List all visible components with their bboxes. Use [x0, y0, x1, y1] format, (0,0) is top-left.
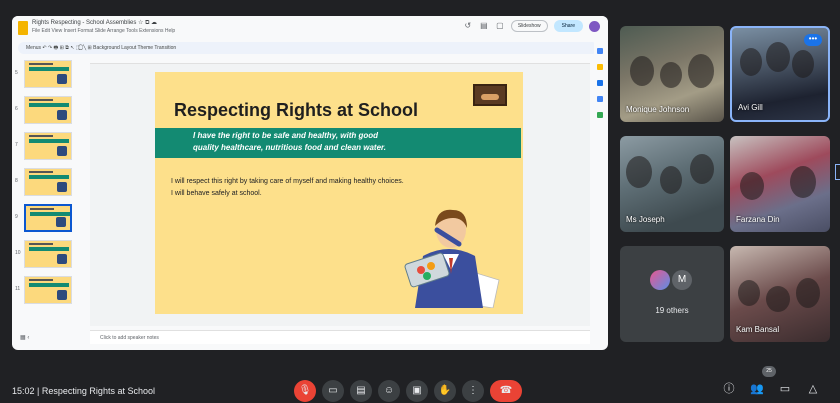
others-tile[interactable]: M 19 others	[620, 246, 724, 342]
contacts-icon[interactable]	[597, 96, 603, 102]
thumb-number: 10	[15, 250, 21, 256]
menu-bar[interactable]: File Edit View Insert Format Slide Arran…	[32, 28, 175, 34]
banner-line: I have the right to be safe and healthy,…	[193, 131, 379, 140]
horizontal-ruler	[90, 56, 590, 64]
speaker-notes[interactable]: Click to add speaker notes	[90, 330, 590, 344]
participant-name: Kam Bansal	[736, 325, 780, 334]
avatar	[650, 270, 670, 290]
grid-view-icon[interactable]: ▦ ‹	[20, 334, 29, 341]
participant-tile[interactable]: Ms Joseph	[620, 136, 724, 232]
share-button[interactable]: Share	[553, 20, 583, 32]
people-icon[interactable]: 👥	[750, 382, 764, 396]
account-avatar[interactable]	[589, 20, 600, 32]
more-options-icon[interactable]: •••	[804, 34, 822, 46]
slide-filmstrip[interactable]: 5 6 7 8 9 10 11	[12, 56, 88, 342]
info-icon[interactable]: ⓘ	[722, 382, 736, 396]
avatar: M	[672, 270, 692, 290]
others-avatars: M	[650, 270, 692, 290]
meeting-info: 15:02 | Respecting Rights at School	[12, 386, 155, 396]
slide-thumbnail[interactable]	[24, 276, 72, 304]
editor-toolbar[interactable]: Menus ↶ ↷ 🖶 ⊞ ⧉ ↖ ⬚ ⃝ ╲ ⊞ Background Lay…	[18, 42, 598, 54]
keep-icon[interactable]	[597, 64, 603, 70]
meet-icon[interactable]: ▢	[495, 21, 505, 31]
slide-thumbnail[interactable]	[24, 96, 72, 124]
history-icon[interactable]: ↺	[463, 21, 473, 31]
thumb-number: 9	[15, 214, 18, 220]
calendar-icon[interactable]	[597, 48, 603, 54]
emoji-icon[interactable]: ☺	[378, 380, 400, 402]
tasks-icon[interactable]	[597, 80, 603, 86]
participant-name: Ms Joseph	[626, 215, 665, 224]
header-tools: ↺ ▤ ▢ Slideshow Share	[463, 20, 600, 32]
participant-count-badge: 25	[762, 366, 776, 377]
meeting-title: Respecting Rights at School	[41, 386, 155, 396]
slide-thumbnail-selected[interactable]	[24, 204, 72, 232]
thumb-number: 7	[15, 142, 18, 148]
participant-tile-active[interactable]: ••• Avi Gill	[730, 26, 830, 122]
mic-off-icon[interactable]: 🎙	[294, 380, 316, 402]
boy-eating-illustration	[404, 209, 500, 308]
others-count: 19 others	[655, 306, 689, 315]
participant-tile[interactable]: Monique Johnson	[620, 26, 724, 122]
current-slide[interactable]: Respecting Rights at School I have the r…	[155, 72, 523, 314]
participant-tile[interactable]: Farzana Din	[730, 136, 830, 232]
meeting-time: 15:02	[12, 386, 35, 396]
maps-icon[interactable]	[597, 112, 603, 118]
slide-banner-text: I have the right to be safe and healthy,…	[193, 130, 493, 154]
slideshow-button[interactable]: Slideshow	[510, 20, 548, 32]
side-controls: ⓘ 👥 ▭ △	[722, 382, 820, 396]
slide-thumbnail[interactable]	[24, 240, 72, 268]
raise-hand-icon[interactable]: ✋	[434, 380, 456, 402]
slide-title: Respecting Rights at School	[174, 100, 419, 120]
thumb-number: 5	[15, 70, 18, 76]
slide-thumbnail[interactable]	[24, 168, 72, 196]
slide-food-photo	[473, 84, 507, 106]
comment-icon[interactable]: ▤	[479, 21, 489, 31]
thumb-number: 6	[15, 106, 18, 112]
document-title[interactable]: Rights Respecting - School Assemblies ☆ …	[32, 19, 157, 27]
slide-thumbnail[interactable]	[24, 132, 72, 160]
body-line: I will respect this right by taking care…	[171, 178, 404, 185]
slides-header: Rights Respecting - School Assemblies ☆ …	[12, 16, 608, 40]
more-options-icon[interactable]: ⋮	[462, 380, 484, 402]
participant-name: Avi Gill	[738, 103, 763, 112]
captions-icon[interactable]: ▤	[350, 380, 372, 402]
call-controls: 🎙 ▭ ▤ ☺ ▣ ✋ ⋮ ☎	[294, 380, 522, 402]
slides-logo-icon[interactable]	[18, 21, 28, 35]
camera-icon[interactable]: ▭	[322, 380, 344, 402]
side-panel-handle[interactable]	[835, 164, 840, 180]
participant-name: Monique Johnson	[626, 105, 690, 114]
thumb-number: 11	[15, 286, 21, 292]
meeting-controls-bar: 15:02 | Respecting Rights at School 🎙 ▭ …	[0, 372, 840, 403]
participant-tile[interactable]: Kam Bansal	[730, 246, 830, 342]
thumb-number: 8	[15, 178, 18, 184]
present-icon[interactable]: ▣	[406, 380, 428, 402]
chat-icon[interactable]: ▭	[778, 382, 792, 396]
activities-icon[interactable]: △	[806, 382, 820, 396]
separator: |	[37, 386, 40, 396]
banner-line: quality healthcare, nutritious food and …	[193, 143, 386, 152]
slide-thumbnail[interactable]	[24, 60, 72, 88]
end-call-icon[interactable]: ☎	[490, 380, 522, 402]
side-panel-tools	[594, 40, 606, 340]
participant-name: Farzana Din	[736, 215, 780, 224]
